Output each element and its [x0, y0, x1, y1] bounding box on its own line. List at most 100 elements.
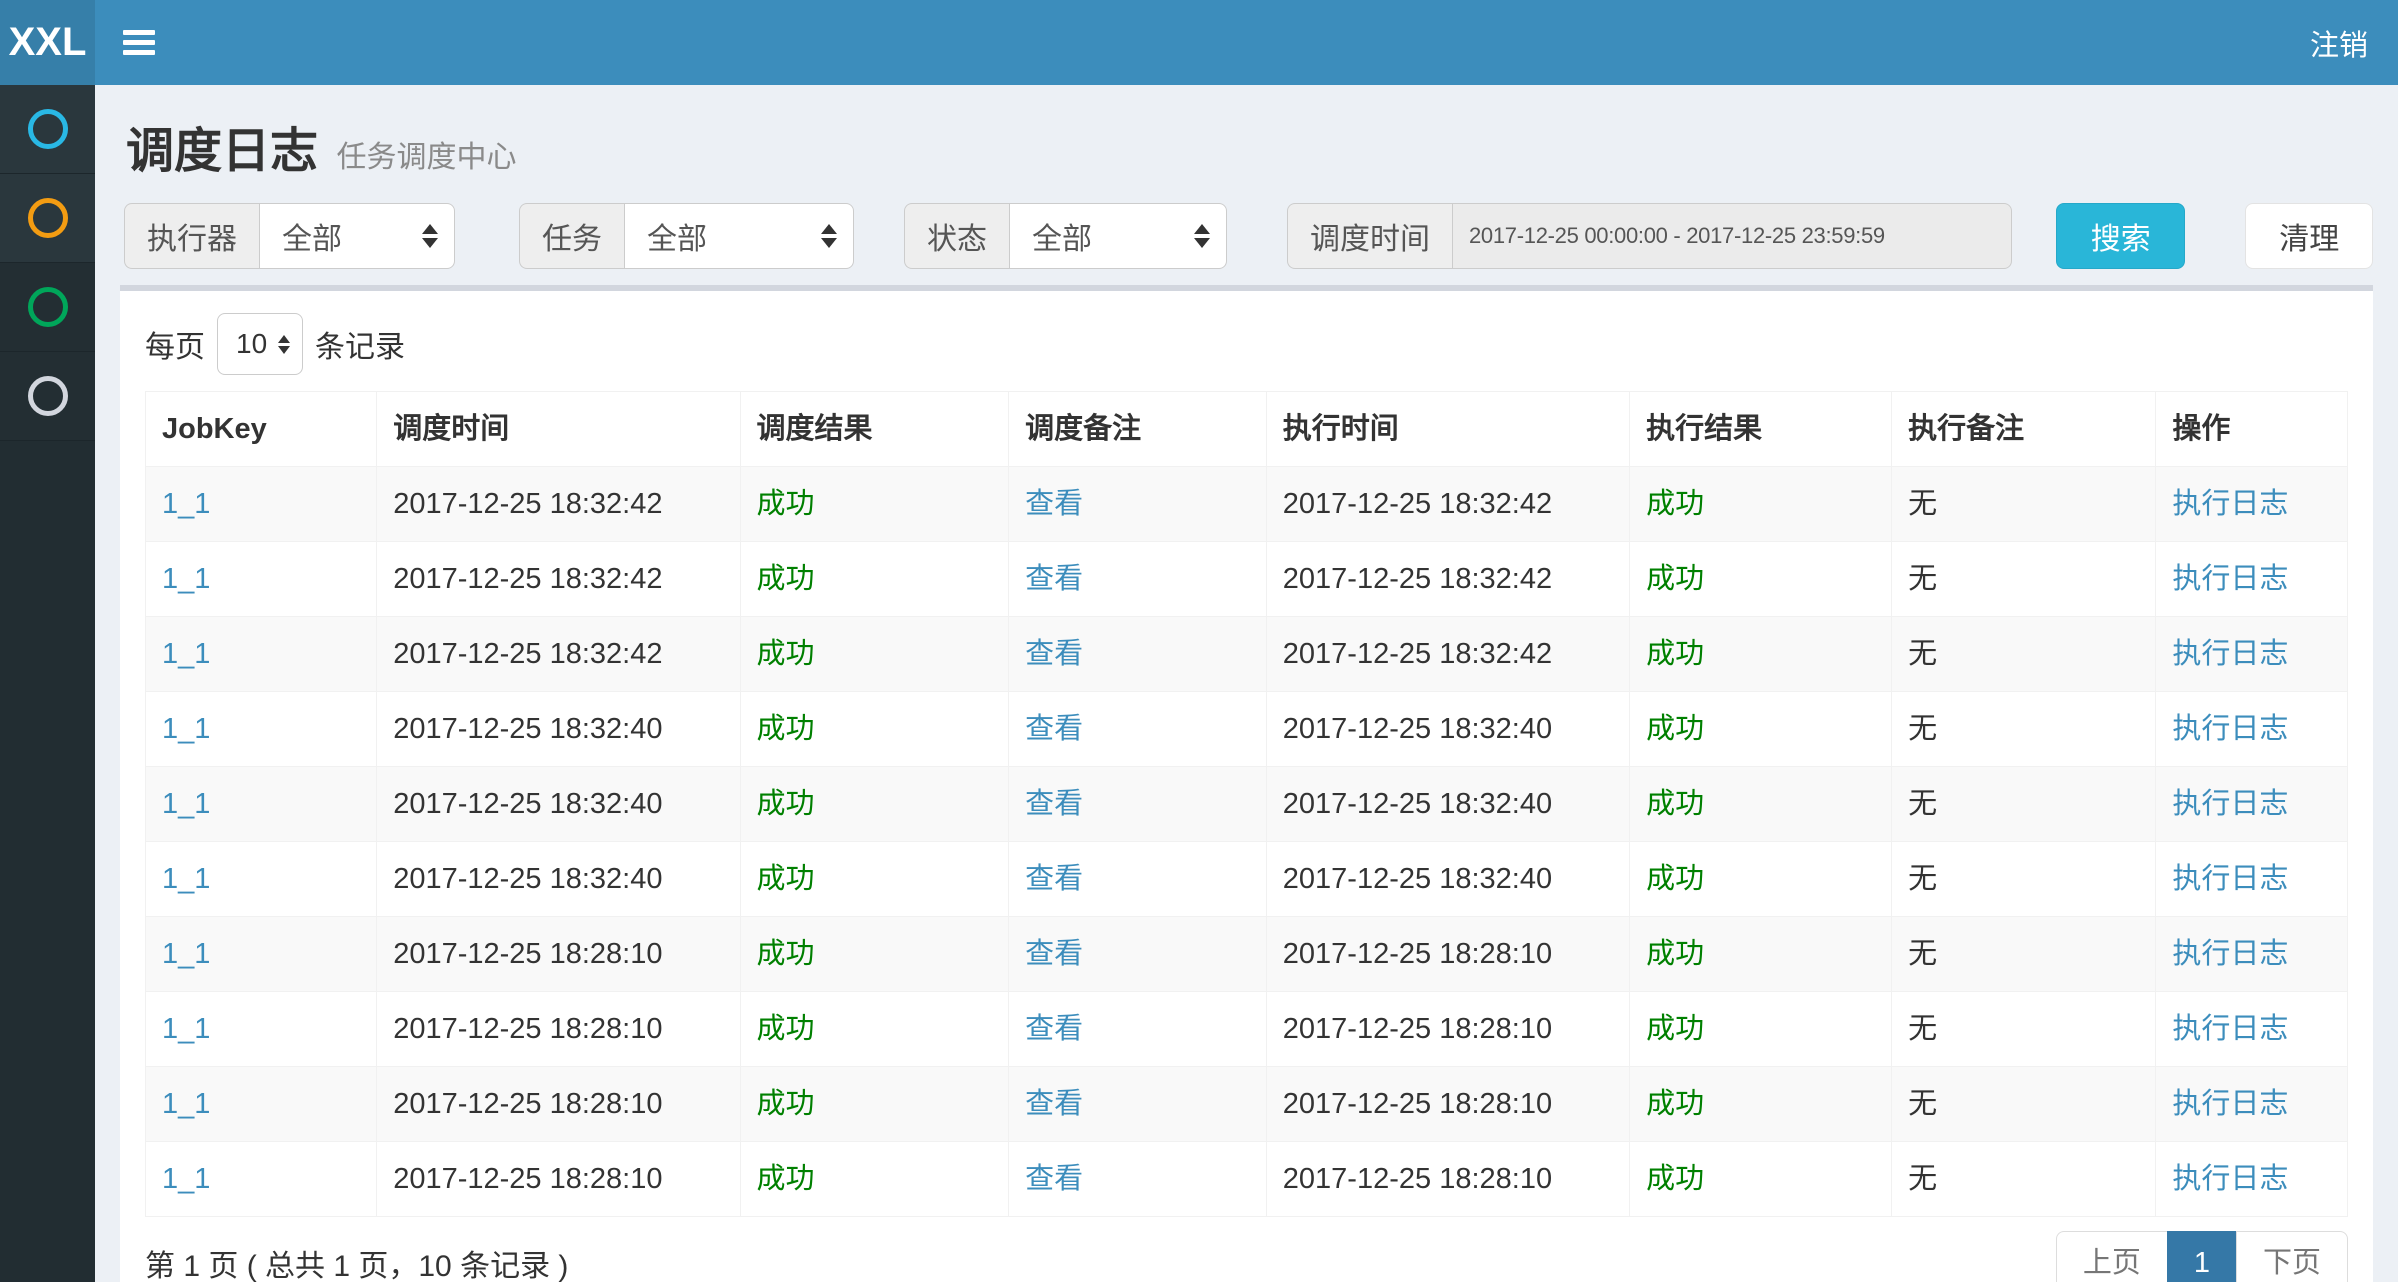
page-size-prefix: 每页 [145, 322, 205, 366]
trigger-remark-link[interactable]: 查看 [1025, 1013, 1083, 1045]
page-title: 调度日志 [126, 125, 318, 178]
pagination: 上页 1 下页 [2056, 1231, 2348, 1282]
trigger-result-cell: 成功 [740, 1067, 1009, 1142]
trigger-remark-link[interactable]: 查看 [1025, 1088, 1083, 1120]
job-key-link[interactable]: 1_1 [162, 788, 210, 820]
current-page-button[interactable]: 1 [2167, 1231, 2237, 1282]
handle-time-cell: 2017-12-25 18:28:10 [1266, 1067, 1629, 1142]
job-key-link[interactable]: 1_1 [162, 1088, 210, 1120]
trigger-time-cell: 2017-12-25 18:28:10 [377, 917, 740, 992]
handle-time-cell: 2017-12-25 18:32:40 [1266, 842, 1629, 917]
job-key-link[interactable]: 1_1 [162, 1013, 210, 1045]
handle-result-cell: 成功 [1630, 992, 1892, 1067]
table-row: 1_12017-12-25 18:32:42成功查看2017-12-25 18:… [146, 467, 2348, 542]
table-row: 1_12017-12-25 18:32:40成功查看2017-12-25 18:… [146, 767, 2348, 842]
handle-result-cell: 成功 [1630, 467, 1892, 542]
table-row: 1_12017-12-25 18:28:10成功查看2017-12-25 18:… [146, 992, 2348, 1067]
status-filter-group: 状态 全部 [904, 203, 1227, 269]
log-box: 每页 10 条记录 JobKey调度时间调度结果调度备注执行时间执行结果执行备注… [120, 285, 2373, 1282]
status-select[interactable]: 全部 [1009, 203, 1227, 269]
table-footer: 第 1 页 ( 总共 1 页，10 条记录 ) 上页 1 下页 [145, 1231, 2348, 1282]
job-key-link[interactable]: 1_1 [162, 563, 210, 595]
handle-remark-cell: 无 [1892, 542, 2156, 617]
app-logo: XXL [0, 0, 95, 85]
handle-result-cell: 成功 [1630, 692, 1892, 767]
trigger-remark-link[interactable]: 查看 [1025, 863, 1083, 895]
executor-filter-label: 执行器 [124, 203, 259, 269]
trigger-remark-link[interactable]: 查看 [1025, 713, 1083, 745]
column-header: 执行结果 [1630, 392, 1892, 467]
table-row: 1_12017-12-25 18:32:40成功查看2017-12-25 18:… [146, 692, 2348, 767]
time-range-input[interactable] [1452, 203, 2012, 269]
trigger-remark-link[interactable]: 查看 [1025, 1163, 1083, 1195]
table-header-row: JobKey调度时间调度结果调度备注执行时间执行结果执行备注操作 [146, 392, 2348, 467]
page-size-select[interactable]: 10 [217, 313, 303, 375]
page-size-suffix: 条记录 [315, 322, 405, 366]
trigger-result-cell: 成功 [740, 542, 1009, 617]
handle-time-cell: 2017-12-25 18:32:42 [1266, 617, 1629, 692]
prev-page-button[interactable]: 上页 [2056, 1231, 2168, 1282]
job-key-link[interactable]: 1_1 [162, 863, 210, 895]
circle-green-icon [28, 287, 68, 327]
job-key-link[interactable]: 1_1 [162, 638, 210, 670]
sidebar-item-joblog[interactable] [0, 263, 95, 352]
exec-log-link[interactable]: 执行日志 [2172, 713, 2288, 745]
column-header: 调度结果 [740, 392, 1009, 467]
sidebar-toggle-icon[interactable] [123, 25, 157, 60]
status-filter-label: 状态 [904, 203, 1009, 269]
handle-result-cell: 成功 [1630, 917, 1892, 992]
trigger-remark-link[interactable]: 查看 [1025, 938, 1083, 970]
trigger-result-cell: 成功 [740, 842, 1009, 917]
job-key-link[interactable]: 1_1 [162, 1163, 210, 1195]
top-navbar: 注销 [95, 0, 2398, 85]
executor-select[interactable]: 全部 [259, 203, 455, 269]
column-header: 调度时间 [377, 392, 740, 467]
handle-time-cell: 2017-12-25 18:28:10 [1266, 992, 1629, 1067]
exec-log-link[interactable]: 执行日志 [2172, 1163, 2288, 1195]
exec-log-link[interactable]: 执行日志 [2172, 488, 2288, 520]
handle-remark-cell: 无 [1892, 617, 2156, 692]
exec-log-link[interactable]: 执行日志 [2172, 638, 2288, 670]
column-header: 执行时间 [1266, 392, 1629, 467]
main-header: XXL 注销 [0, 0, 2398, 85]
sidebar-item-jobs[interactable] [0, 174, 95, 263]
trigger-remark-link[interactable]: 查看 [1025, 638, 1083, 670]
trigger-remark-link[interactable]: 查看 [1025, 788, 1083, 820]
trigger-result-cell: 成功 [740, 467, 1009, 542]
job-select[interactable]: 全部 [624, 203, 854, 269]
job-filter-label: 任务 [519, 203, 624, 269]
page-header: 调度日志 任务调度中心 [120, 111, 2373, 181]
trigger-remark-link[interactable]: 查看 [1025, 488, 1083, 520]
logout-link[interactable]: 注销 [2310, 22, 2368, 64]
job-key-link[interactable]: 1_1 [162, 488, 210, 520]
search-button[interactable]: 搜索 [2056, 203, 2185, 269]
trigger-time-cell: 2017-12-25 18:32:40 [377, 767, 740, 842]
handle-result-cell: 成功 [1630, 1142, 1892, 1217]
column-header: 操作 [2156, 392, 2348, 467]
job-key-link[interactable]: 1_1 [162, 713, 210, 745]
handle-result-cell: 成功 [1630, 617, 1892, 692]
sidebar-item-dashboard[interactable] [0, 85, 95, 174]
trigger-remark-link[interactable]: 查看 [1025, 563, 1083, 595]
sidebar-item-executors[interactable] [0, 352, 95, 441]
trigger-time-cell: 2017-12-25 18:32:42 [377, 617, 740, 692]
exec-log-link[interactable]: 执行日志 [2172, 1013, 2288, 1045]
handle-time-cell: 2017-12-25 18:32:40 [1266, 692, 1629, 767]
clear-button[interactable]: 清理 [2245, 203, 2373, 269]
job-key-link[interactable]: 1_1 [162, 938, 210, 970]
exec-log-link[interactable]: 执行日志 [2172, 788, 2288, 820]
table-row: 1_12017-12-25 18:32:42成功查看2017-12-25 18:… [146, 617, 2348, 692]
trigger-time-cell: 2017-12-25 18:32:40 [377, 692, 740, 767]
exec-log-link[interactable]: 执行日志 [2172, 563, 2288, 595]
exec-log-link[interactable]: 执行日志 [2172, 863, 2288, 895]
handle-remark-cell: 无 [1892, 992, 2156, 1067]
trigger-result-cell: 成功 [740, 767, 1009, 842]
trigger-time-cell: 2017-12-25 18:32:40 [377, 842, 740, 917]
handle-result-cell: 成功 [1630, 542, 1892, 617]
trigger-result-cell: 成功 [740, 992, 1009, 1067]
table-row: 1_12017-12-25 18:32:40成功查看2017-12-25 18:… [146, 842, 2348, 917]
time-filter-group: 调度时间 [1287, 203, 2012, 269]
next-page-button[interactable]: 下页 [2236, 1231, 2348, 1282]
exec-log-link[interactable]: 执行日志 [2172, 1088, 2288, 1120]
exec-log-link[interactable]: 执行日志 [2172, 938, 2288, 970]
